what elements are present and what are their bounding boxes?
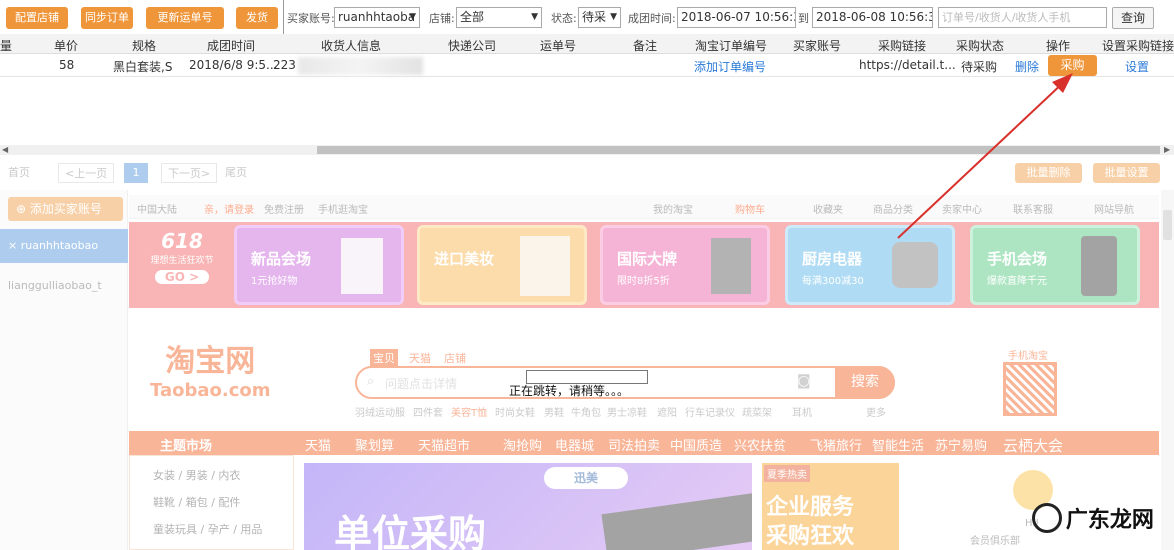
watermark: 广东龙网 xyxy=(1032,502,1154,542)
watermark-text: 广东龙网 xyxy=(1065,508,1154,533)
watermark-logo-icon xyxy=(1032,503,1062,533)
annotation-arrow xyxy=(897,73,1073,239)
arrow-line xyxy=(897,79,1067,239)
